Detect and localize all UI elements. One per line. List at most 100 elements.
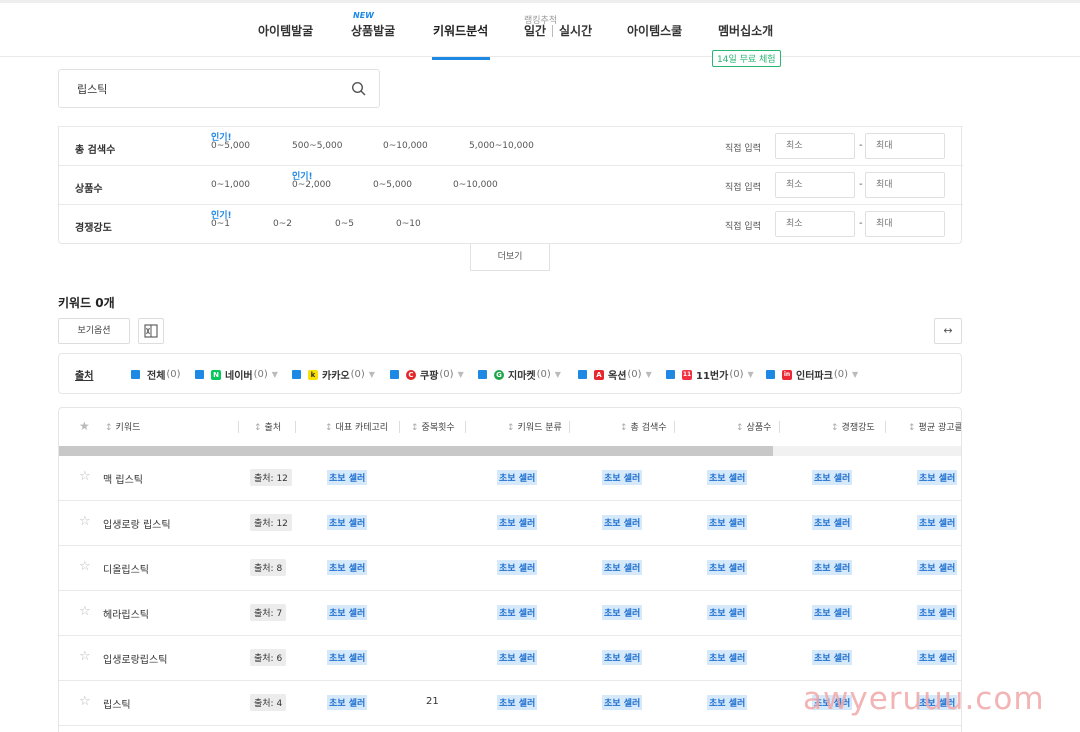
active-tab-underline	[432, 57, 490, 60]
filter-row-competition: 경쟁강도 인기! 0~1 0~2 0~5 0~10 직접 입력 -	[59, 204, 963, 243]
checkbox-icon[interactable]	[131, 370, 140, 379]
filter-option[interactable]: 500~5,000	[292, 141, 342, 151]
free-trial-badge[interactable]: 14일 무료 체험	[712, 50, 781, 67]
horizontal-scrollbar[interactable]	[59, 446, 961, 456]
keyword-cell[interactable]: 맥 립스틱	[103, 471, 143, 486]
column-header-product-count[interactable]: ↕ 상품수	[736, 420, 771, 433]
filter-option[interactable]: 0~2,000	[292, 180, 331, 190]
column-header-total-search[interactable]: ↕ 총 검색수	[620, 420, 667, 433]
source-coupang[interactable]: C 쿠팡 (0) ▼	[390, 367, 464, 382]
column-header-keyword-type[interactable]: ↕ 키워드 분류	[507, 420, 562, 433]
chevron-down-icon[interactable]: ▼	[369, 370, 375, 379]
source-naver[interactable]: N 네이버 (0) ▼	[195, 367, 278, 382]
star-icon[interactable]: ☆	[79, 649, 91, 664]
source-interpark[interactable]: in 인터파크 (0) ▼	[766, 367, 858, 382]
source-11st[interactable]: 11 11번가 (0) ▼	[666, 367, 754, 382]
max-input[interactable]	[865, 172, 945, 198]
nav-item-membership[interactable]: 멤버십소개	[718, 22, 773, 39]
filter-option[interactable]: 0~1,000	[211, 180, 250, 190]
filter-option[interactable]: 0~10,000	[383, 141, 428, 151]
filter-option[interactable]: 0~2	[273, 219, 292, 229]
filter-option[interactable]: 0~10	[396, 219, 421, 229]
expand-width-button[interactable]: ↔	[934, 318, 962, 344]
nav-item-daily[interactable]: 일간	[524, 22, 546, 39]
star-icon[interactable]: ☆	[79, 514, 91, 529]
new-badge: NEW	[353, 11, 374, 20]
table-row[interactable]: ☆ 맥 립스틱 출처: 12 초보 셀러 초보 셀러 초보 셀러 초보 셀러 초보 셀러 초보 …	[59, 456, 961, 501]
source-count-badge[interactable]: 출처: 4	[250, 694, 287, 711]
direct-input-label: 직접 입력	[725, 144, 761, 154]
filter-option[interactable]: 5,000~10,000	[469, 141, 534, 151]
source-all[interactable]: 전체 (0)	[131, 367, 181, 382]
column-header-source[interactable]: ↕ 출처	[254, 420, 281, 433]
min-input[interactable]	[775, 211, 855, 237]
keyword-cell[interactable]: 헤라립스틱	[103, 606, 149, 621]
search-icon[interactable]	[351, 81, 367, 97]
checkbox-icon[interactable]	[292, 370, 301, 379]
excel-download-button[interactable]	[138, 318, 164, 344]
source-kakao[interactable]: k 카카오 (0) ▼	[292, 367, 375, 382]
column-divider	[399, 421, 400, 433]
star-icon[interactable]: ☆	[79, 604, 91, 619]
source-count-badge[interactable]: 출처: 12	[250, 514, 292, 531]
column-header-category[interactable]: ↕ 대표 카테고리	[325, 420, 388, 433]
keyword-cell[interactable]: 입생로랑립스틱	[103, 651, 167, 666]
search-input[interactable]	[77, 82, 337, 95]
table-row[interactable]: ☆ 입생로랑 립스틱 출처: 12 초보 셀러 초보 셀러 초보 셀러 초보 셀러 초보 셀러…	[59, 501, 961, 546]
column-header-avg-ad-click[interactable]: ↕ 평균 광고클	[908, 420, 961, 433]
chevron-down-icon[interactable]: ▼	[272, 370, 278, 379]
source-count-badge[interactable]: 출처: 12	[250, 469, 292, 486]
table-row[interactable]: ☆ 헤라립스틱 출처: 7 초보 셀러 초보 셀러 초보 셀러 초보 셀러 초보 셀러 초보 셀…	[59, 591, 961, 636]
checkbox-icon[interactable]	[766, 370, 775, 379]
star-icon[interactable]: ☆	[79, 469, 91, 484]
source-title[interactable]: 출처	[75, 367, 93, 382]
checkbox-icon[interactable]	[666, 370, 675, 379]
scrollbar-thumb[interactable]	[59, 446, 774, 456]
source-auction[interactable]: A 옥션 (0) ▼	[578, 367, 652, 382]
table-row[interactable]: ☆ 입생로랑립스틱 출처: 6 초보 셀러 초보 셀러 초보 셀러 초보 셀러 초보 셀러 초보…	[59, 636, 961, 681]
source-gmarket[interactable]: G 지마켓 (0) ▼	[478, 367, 561, 382]
nav-item-item-school[interactable]: 아이템스쿨	[627, 22, 682, 39]
min-input[interactable]	[775, 172, 855, 198]
table-row[interactable]: ☆ 디올립스틱 출처: 8 초보 셀러 초보 셀러 초보 셀러 초보 셀러 초보 셀러 초보 셀…	[59, 546, 961, 591]
chevron-down-icon[interactable]: ▼	[852, 370, 858, 379]
filter-option[interactable]: 0~5,000	[373, 180, 412, 190]
chevron-down-icon[interactable]: ▼	[646, 370, 652, 379]
max-input[interactable]	[865, 211, 945, 237]
naver-logo-icon: N	[211, 369, 221, 380]
filter-option[interactable]: 0~5,000	[211, 141, 250, 151]
keyword-cell[interactable]: 립스틱	[103, 696, 131, 711]
filter-option[interactable]: 0~5	[335, 219, 354, 229]
star-icon[interactable]: ☆	[79, 694, 91, 709]
chevron-down-icon[interactable]: ▼	[748, 370, 754, 379]
column-header-competition[interactable]: ↕ 경쟁강도	[831, 420, 875, 433]
star-icon[interactable]: ★	[79, 419, 90, 433]
checkbox-icon[interactable]	[390, 370, 399, 379]
filter-option[interactable]: 0~1	[211, 219, 230, 229]
source-count-badge[interactable]: 출처: 8	[250, 559, 287, 576]
keyword-cell[interactable]: 디올립스틱	[103, 561, 149, 576]
nav-item-realtime[interactable]: 실시간	[559, 22, 592, 39]
keyword-cell[interactable]: 입생로랑 립스틱	[103, 516, 171, 531]
column-header-keyword[interactable]: ↕ 키워드	[105, 420, 140, 433]
chevron-down-icon[interactable]: ▼	[555, 370, 561, 379]
nav-item-item-discovery[interactable]: 아이템발굴	[258, 22, 313, 39]
checkbox-icon[interactable]	[195, 370, 204, 379]
nav-item-keyword-analysis[interactable]: 키워드분석	[433, 22, 488, 39]
checkbox-icon[interactable]	[478, 370, 487, 379]
column-divider	[295, 421, 296, 433]
column-header-dup-count[interactable]: ↕ 중복횟수	[411, 420, 455, 433]
nav-item-product-discovery[interactable]: 상품발굴	[351, 22, 395, 39]
checkbox-icon[interactable]	[578, 370, 587, 379]
chevron-down-icon[interactable]: ▼	[458, 370, 464, 379]
more-button[interactable]: 더보기	[470, 244, 550, 271]
view-options-button[interactable]: 보기옵션	[58, 318, 130, 344]
max-input[interactable]	[865, 133, 945, 159]
star-icon[interactable]: ☆	[79, 559, 91, 574]
source-count-badge[interactable]: 출처: 7	[250, 604, 287, 621]
min-input[interactable]	[775, 133, 855, 159]
filter-option[interactable]: 0~10,000	[453, 180, 498, 190]
source-count-badge[interactable]: 출처: 6	[250, 649, 287, 666]
keyword-count: 키워드 0개	[58, 296, 115, 310]
source-filter-bar: 출처 전체 (0) N 네이버 (0) ▼ k 카카오 (0) ▼ C 쿠팡 (0) ▼ G …	[58, 353, 962, 394]
